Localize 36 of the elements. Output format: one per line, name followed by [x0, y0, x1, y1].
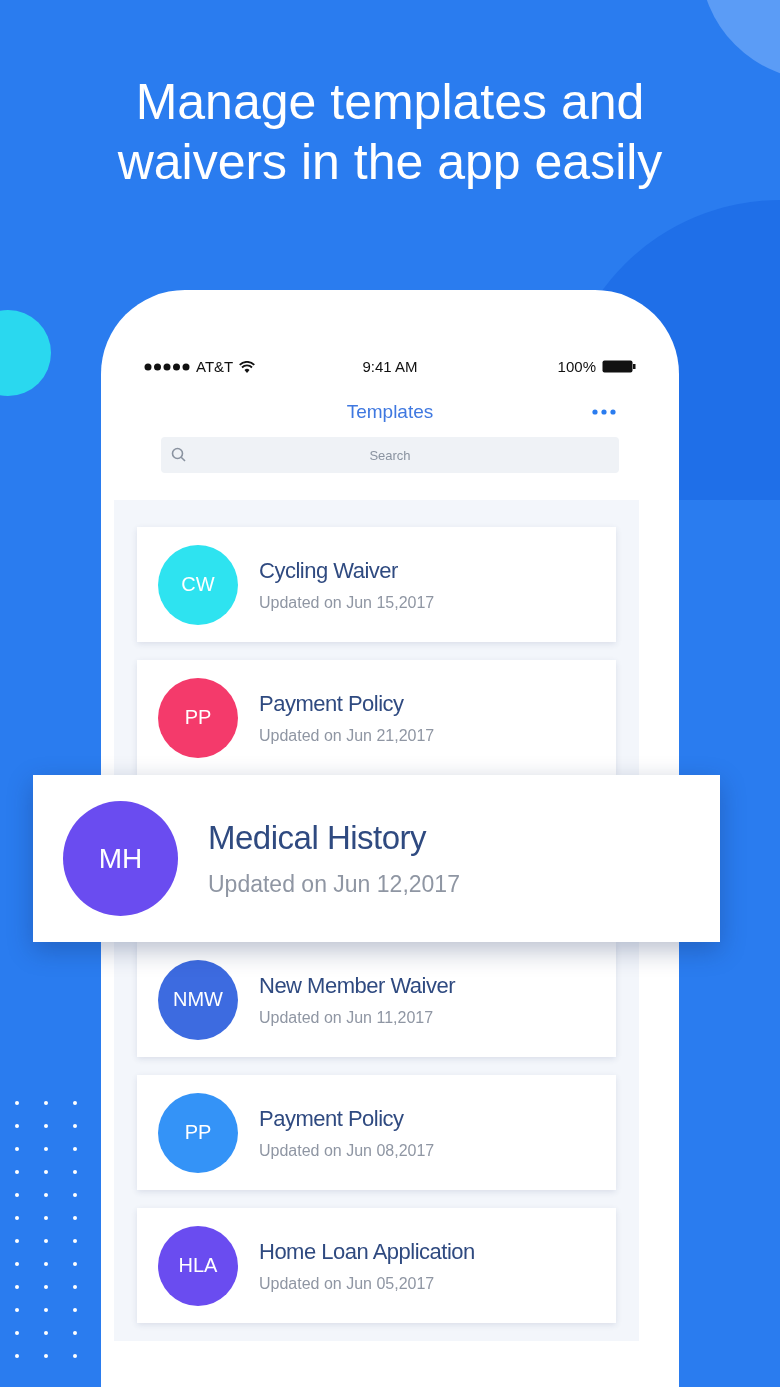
more-icon[interactable]	[592, 409, 616, 415]
updated-date: Updated on Jun 12,2017	[208, 871, 460, 898]
initials-avatar: CW	[158, 544, 238, 625]
headline: Manage templates and	[134, 73, 646, 132]
search-field[interactable]: Search	[161, 437, 619, 473]
signal-icon	[144, 362, 190, 371]
template-title: Home Loan Application	[259, 1238, 475, 1265]
initials-avatar: MH	[63, 801, 178, 916]
updated-date: Updated on Jun 11,2017	[259, 1008, 435, 1027]
updated-date: Updated on Jun 08,2017	[259, 1141, 435, 1160]
template-card[interactable]: HLA Home Loan Application Updated on Jun 05,2017	[137, 1208, 616, 1323]
initials-avatar: PP	[158, 677, 238, 758]
template-card[interactable]: PP Payment Policy Updated on Jun 08,2017	[137, 1075, 616, 1190]
template-card[interactable]: NMW New Member Waiver Updated on Jun 11,2017	[137, 942, 616, 1057]
template-title: Cycling Waiver	[259, 557, 399, 584]
template-card[interactable]: CW Cycling Waiver Updated on Jun 15,2017	[137, 527, 616, 642]
headline: waivers in the app easily	[117, 133, 663, 192]
updated-date: Updated on Jun 21,2017	[259, 726, 435, 745]
battery-percent: 100%	[557, 358, 596, 375]
wifi-icon	[239, 360, 256, 373]
template-card[interactable]: MH Medical History Updated on Jun 12,2017	[33, 775, 720, 942]
battery-icon	[602, 360, 636, 373]
template-title: New Member Waiver	[259, 972, 456, 999]
carrier-name: AT&T	[196, 358, 234, 375]
status-time: 9:41 AM	[362, 358, 418, 375]
template-title: Payment Policy	[259, 1105, 405, 1132]
template-title: Medical History	[208, 819, 428, 857]
initials-avatar: PP	[158, 1092, 238, 1173]
initials-avatar: NMW	[158, 959, 238, 1040]
template-title: Payment Policy	[259, 690, 405, 717]
screen-title: Templates	[346, 401, 434, 423]
updated-date: Updated on Jun 05,2017	[259, 1274, 436, 1293]
template-card[interactable]: PP Payment Policy Updated on Jun 21,2017	[137, 660, 616, 775]
updated-date: Updated on Jun 15,2017	[259, 593, 435, 612]
initials-avatar: HLA	[158, 1225, 238, 1306]
search-icon	[171, 447, 187, 463]
